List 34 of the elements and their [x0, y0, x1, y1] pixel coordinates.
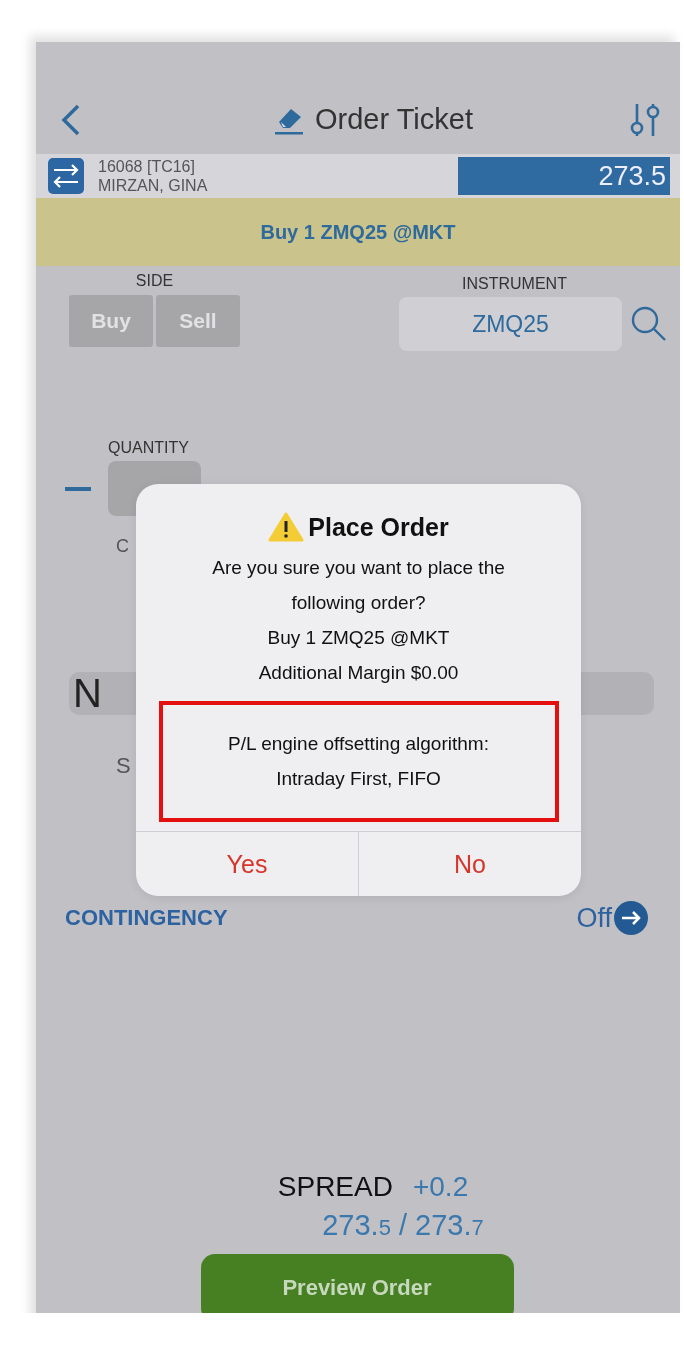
- preview-order-button[interactable]: Preview Order: [200, 1254, 514, 1313]
- partial-value: N: [73, 671, 102, 716]
- partial-label: S: [116, 753, 131, 779]
- warning-icon: [268, 512, 305, 542]
- dialog-detail: Additional Margin $0.00: [258, 661, 459, 685]
- instrument-field[interactable]: ZMQ25: [399, 297, 622, 351]
- account-name: MIRZAN, GINA: [98, 176, 209, 195]
- back-icon[interactable]: [60, 102, 82, 137]
- sliders-icon[interactable]: [628, 101, 662, 138]
- dialog-detail: Buy 1 ZMQ25 @MKT: [267, 626, 450, 650]
- dialog-message: Are you sure you want to place the following order?: [211, 556, 506, 615]
- spread-label: SPREAD: [277, 1171, 393, 1203]
- dialog-title: Place Order: [308, 512, 449, 542]
- spread-value: +0.2: [412, 1171, 469, 1203]
- offsetting-note: P/L engine offsetting algorithm: Intraday First, FIFO: [158, 701, 559, 822]
- price-display: 273.5: [458, 157, 670, 195]
- contingency-value: Off: [576, 902, 612, 934]
- side-label: SIDE: [135, 272, 174, 290]
- quantity-label: QUANTITY: [108, 439, 189, 456]
- arrow-right-icon[interactable]: [614, 901, 648, 935]
- contingency-label: CONTINGENCY: [65, 905, 228, 931]
- screen-title: Order Ticket: [315, 103, 473, 136]
- account-id: 16068 [TC16]: [98, 157, 196, 176]
- partial-label: C: [116, 536, 129, 557]
- side-option[interactable]: Buy: [69, 295, 153, 347]
- swap-icon[interactable]: [48, 158, 84, 194]
- minus-icon[interactable]: [65, 486, 91, 491]
- yes-button[interactable]: Yes: [136, 832, 358, 896]
- no-button[interactable]: No: [358, 832, 581, 896]
- side-option[interactable]: Sell: [156, 295, 240, 347]
- order-summary: Buy 1 ZMQ25 @MKT: [260, 220, 456, 244]
- search-icon[interactable]: [630, 305, 668, 343]
- bid-ask-prices: 273.5 / 273.7: [322, 1209, 484, 1242]
- instrument-label: INSTRUMENT: [462, 275, 567, 293]
